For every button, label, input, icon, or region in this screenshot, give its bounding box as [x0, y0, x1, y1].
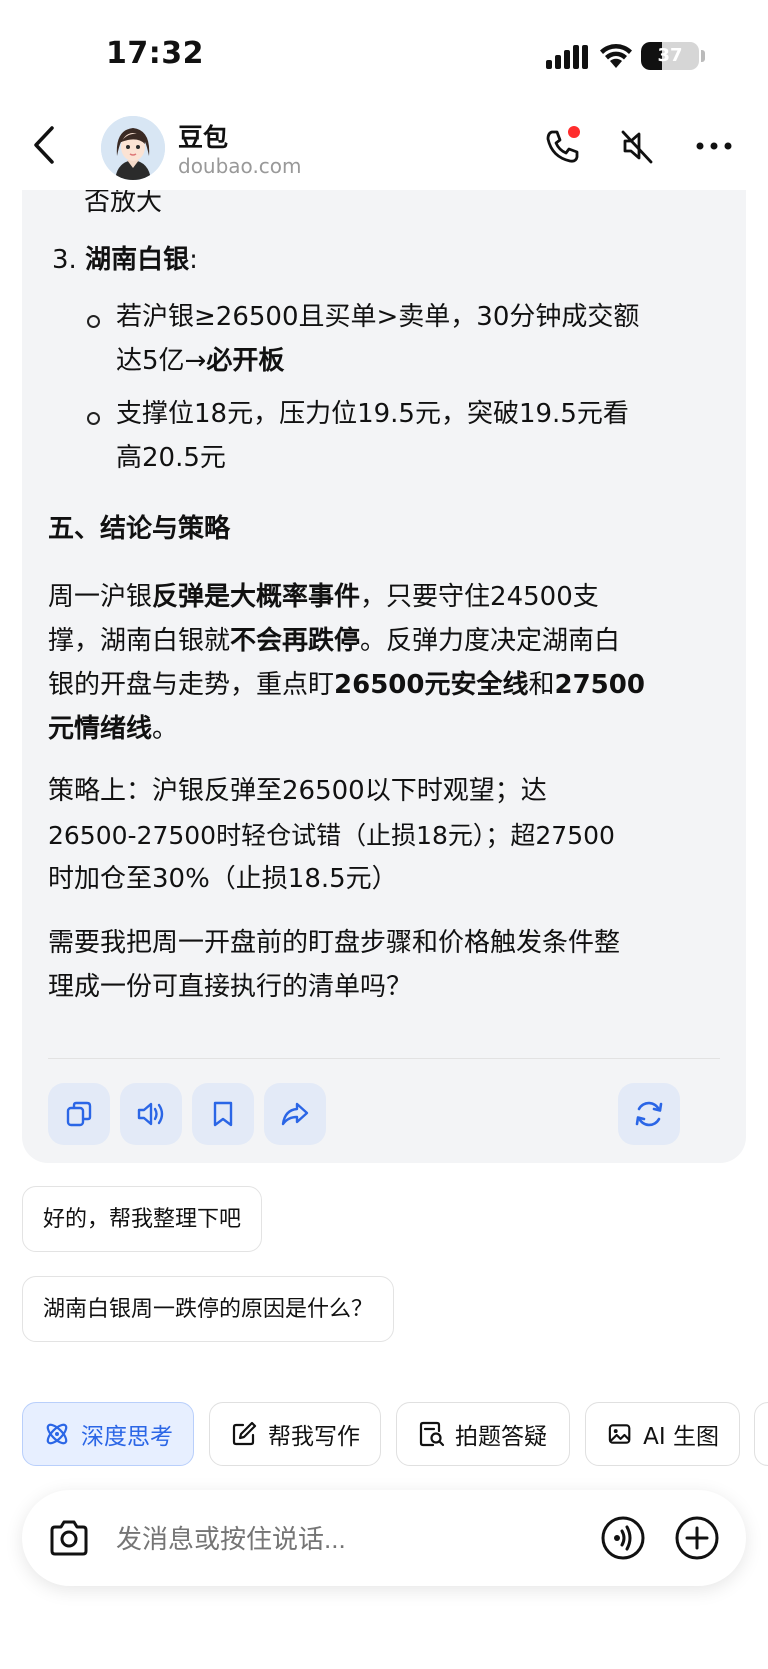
- message-input[interactable]: [114, 1490, 518, 1588]
- tool-label: AI 生图: [643, 1424, 719, 1450]
- text: 周一沪银: [48, 582, 153, 612]
- tool-ai-image[interactable]: AI 生图: [585, 1402, 740, 1466]
- phone-icon: [546, 126, 580, 163]
- avatar-illustration: [101, 116, 165, 180]
- bullet-dot: [87, 315, 100, 328]
- chat-header: 豆包 doubao.com: [0, 110, 768, 190]
- avatar[interactable]: [101, 116, 165, 180]
- text-bold: 26500元安全线: [334, 670, 529, 700]
- list-item-3: 3. 湖南白银:: [52, 238, 198, 283]
- paragraph-line: 银的开盘与走势，重点盯26500元安全线和27500: [48, 663, 645, 708]
- paragraph-line: 策略上：沪银反弹至26500以下时观望；达: [48, 776, 547, 806]
- text: 。: [152, 714, 179, 744]
- divider: [48, 1058, 720, 1059]
- regenerate-button[interactable]: [618, 1083, 680, 1145]
- tool-label: 帮我写作: [268, 1424, 360, 1450]
- scan-question-icon: [419, 1421, 445, 1447]
- tool-writing[interactable]: 帮我写作: [209, 1402, 381, 1466]
- bullet-dot: [87, 412, 100, 425]
- text-bold: 27500: [554, 670, 645, 700]
- text: 撑，湖南白银就: [48, 626, 231, 656]
- plus-circle-icon[interactable]: [674, 1515, 720, 1561]
- bookmark-button[interactable]: [192, 1083, 254, 1145]
- camera-icon[interactable]: [48, 1518, 90, 1558]
- copy-icon: [66, 1101, 92, 1127]
- image-icon: [608, 1424, 631, 1444]
- suggestion-chip[interactable]: 好的，帮我整理下吧: [22, 1186, 263, 1252]
- bullet-text: 高20.5元: [116, 443, 226, 473]
- bullet-text: 若沪银≥26500且买单>卖单，30分钟成交额: [116, 302, 640, 332]
- list-colon: :: [189, 245, 198, 275]
- refresh-icon: [635, 1101, 663, 1127]
- back-icon[interactable]: [24, 120, 64, 170]
- tool-photo-question[interactable]: 拍题答疑: [396, 1402, 570, 1466]
- more-button[interactable]: [692, 124, 736, 168]
- status-time: 17:32: [106, 36, 204, 71]
- atom-icon: [46, 1423, 68, 1445]
- text-bold: 反弹是大概率事件: [152, 582, 361, 612]
- speaker-icon: [137, 1102, 164, 1126]
- assistant-message: 否放大 3. 湖南白银: 若沪银≥26500且买单>卖单，30分钟成交额 达5亿…: [22, 180, 746, 1163]
- edit-icon: [232, 1421, 257, 1446]
- status-bar: 17:32 37: [0, 0, 768, 110]
- bullet-text: 支撑位18元，压力位19.5元，突破19.5元看: [116, 399, 629, 429]
- copy-button[interactable]: [48, 1083, 110, 1145]
- paragraph-line: 26500-27500时轻仓试错（止损18元）；超27500: [48, 821, 615, 850]
- notification-dot: [568, 126, 580, 138]
- call-button[interactable]: [540, 124, 584, 168]
- bullet-text: 达5亿→必开板: [116, 339, 284, 384]
- list-number: 3.: [52, 245, 77, 275]
- battery-percent: 37: [657, 45, 683, 66]
- tool-deep-think[interactable]: 深度思考: [22, 1402, 194, 1466]
- section-heading: 五、结论与策略: [48, 514, 231, 544]
- bullet-text-part: 达5亿→: [116, 346, 207, 376]
- read-aloud-button[interactable]: [120, 1083, 182, 1145]
- battery-indicator: 37: [641, 42, 699, 70]
- paragraph-line: 撑，湖南白银就不会再跌停。反弹力度决定湖南白: [48, 619, 620, 664]
- paragraph-line: 周一沪银反弹是大概率事件，只要守住24500支: [48, 575, 599, 620]
- text: 。反弹力度决定湖南白: [360, 626, 621, 656]
- paragraph-line: 时加仓至30%（止损18.5元）: [48, 864, 398, 894]
- text: ，只要守住24500支: [360, 582, 599, 612]
- text-bold: 元情绪线: [48, 714, 153, 744]
- bot-domain: doubao.com: [178, 154, 302, 178]
- share-icon: [281, 1102, 309, 1126]
- cellular-signal-icon: [546, 45, 588, 69]
- text: 和: [528, 670, 555, 700]
- suggestion-chip[interactable]: 湖南白银周一跌停的原因是什么？: [22, 1276, 395, 1342]
- share-button[interactable]: [264, 1083, 326, 1145]
- battery-cap: [701, 50, 705, 62]
- speaker-muted-icon: [621, 130, 653, 164]
- voice-wave-icon[interactable]: [600, 1515, 646, 1561]
- message-input-bar: [22, 1490, 746, 1588]
- mute-button[interactable]: [615, 124, 659, 168]
- paragraph-line: 元情绪线。: [48, 707, 178, 752]
- text-bold: 不会再跌停: [230, 626, 361, 656]
- bookmark-icon: [213, 1101, 233, 1127]
- tool-chip-overflow[interactable]: [754, 1402, 768, 1466]
- paragraph-line: 需要我把周一开盘前的盯盘步骤和价格触发条件整: [48, 928, 621, 958]
- list-title: 湖南白银: [85, 245, 190, 275]
- more-dots-icon: [696, 142, 732, 150]
- tool-label: 深度思考: [81, 1424, 173, 1450]
- wifi-icon: [600, 44, 632, 68]
- paragraph-line: 理成一份可直接执行的清单吗？: [48, 972, 413, 1002]
- text: 银的开盘与走势，重点盯: [48, 670, 335, 700]
- bot-name: 豆包: [178, 123, 229, 152]
- tool-label: 拍题答疑: [455, 1424, 547, 1450]
- bullet-text-bold: 必开板: [206, 346, 285, 376]
